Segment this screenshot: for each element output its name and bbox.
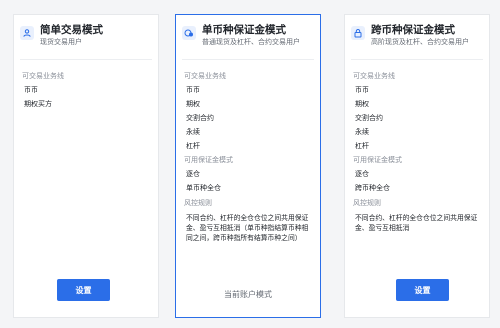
business-item: 期权买方 [24,100,52,108]
business-item: 交割合约 [355,114,383,122]
card-subtitle: 高阶现货及杠杆、合约交易用户 [371,38,469,46]
current-mode-label: 当前账户模式 [224,290,272,299]
card-header: 跨币种保证金模式 高阶现货及杠杆、合约交易用户 [351,23,483,53]
divider [351,59,483,60]
business-item: 永续 [355,128,369,136]
margin-item: 单币种全仓 [186,184,221,192]
risk-rule-text: 不同合约、杠杆的全仓仓位之间共用保证金、盈亏互相抵消 [355,214,478,232]
coin-icon [182,26,196,40]
business-section-label: 可交易业务线 [22,72,64,80]
margin-item: 逐仓 [186,170,200,178]
settings-button[interactable]: 设置 [57,279,110,301]
margin-section-label: 可用保证金模式 [353,156,402,164]
card-subtitle: 现货交易用户 [40,38,82,46]
divider [182,59,314,60]
card-subtitle: 普通现货及杠杆、合约交易用户 [202,38,300,46]
card-title: 简单交易模式 [40,24,103,36]
mode-card-cross-currency-margin[interactable]: 跨币种保证金模式 高阶现货及杠杆、合约交易用户 可交易业务线 币币 期权 交割合… [344,14,490,318]
business-item: 交割合约 [186,114,214,122]
settings-button[interactable]: 设置 [396,279,449,301]
business-item: 币币 [24,86,38,94]
business-section-label: 可交易业务线 [184,72,226,80]
card-header: 简单交易模式 现货交易用户 [20,23,152,53]
risk-section-label: 风控规则 [184,199,212,207]
card-title: 单币种保证金模式 [202,24,286,36]
business-item: 币币 [355,86,369,94]
margin-item: 跨币种全仓 [355,184,390,192]
risk-section-label: 风控规则 [353,199,381,207]
account-mode-cards: 简单交易模式 现货交易用户 可交易业务线 币币 期权买方 设置 单币种保证金模式… [0,0,500,328]
business-item: 永续 [186,128,200,136]
business-item: 杠杆 [355,142,369,150]
card-header: 单币种保证金模式 普通现货及杠杆、合约交易用户 [182,23,314,53]
divider [20,59,152,60]
margin-item: 逐仓 [355,170,369,178]
card-title: 跨币种保证金模式 [371,24,455,36]
business-item: 期权 [186,100,200,108]
business-section-label: 可交易业务线 [353,72,395,80]
margin-section-label: 可用保证金模式 [184,156,233,164]
mode-card-simple[interactable]: 简单交易模式 现货交易用户 可交易业务线 币币 期权买方 设置 [13,14,159,318]
business-item: 币币 [186,86,200,94]
mode-card-single-currency-margin[interactable]: 单币种保证金模式 普通现货及杠杆、合约交易用户 可交易业务线 币币 期权 交割合… [175,14,321,318]
business-item: 杠杆 [186,142,200,150]
user-icon [20,26,34,40]
lock-icon [351,26,365,40]
risk-rule-text: 不同合约、杠杆的全仓仓位之间共用保证金、盈亏互相抵消（单币种指结算币种相同之间，… [186,214,309,242]
business-item: 期权 [355,100,369,108]
